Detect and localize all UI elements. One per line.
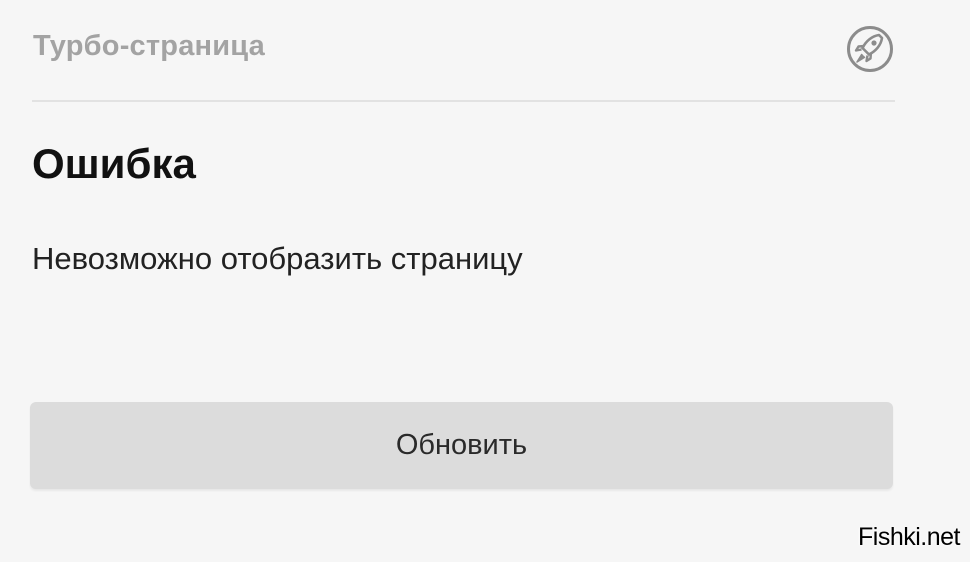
turbo-error-page: Турбо-страница Ошибка Невозможно отобраз… [0,0,970,562]
refresh-button[interactable]: Обновить [30,402,893,489]
error-title: Ошибка [32,140,196,187]
header-divider [32,100,895,102]
error-message: Невозможно отобразить страницу [32,241,523,276]
fishki-watermark: Fishki.net [858,523,960,551]
rocket-icon[interactable] [846,25,894,73]
turbo-page-title: Турбо-страница [33,30,265,62]
turbo-header: Турбо-страница [32,20,894,80]
